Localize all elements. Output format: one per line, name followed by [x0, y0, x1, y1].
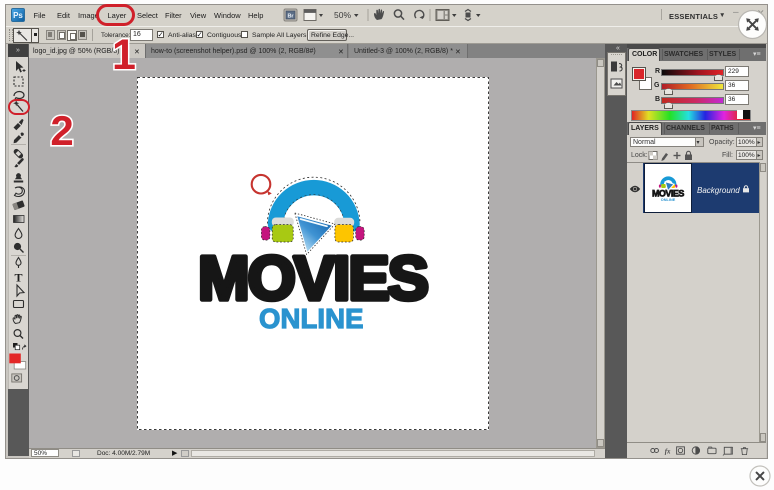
svg-text:ONLINE: ONLINE — [259, 303, 366, 334]
svg-text:ONLINE: ONLINE — [661, 198, 676, 202]
svg-text:T: T — [14, 271, 22, 285]
svg-text:Br: Br — [287, 14, 294, 20]
svg-text:1: 1 — [112, 33, 136, 74]
svg-text:2: 2 — [50, 108, 73, 150]
svg-text:fx: fx — [665, 448, 671, 455]
svg-text:MOVIES: MOVIES — [652, 189, 685, 199]
svg-text:50%: 50% — [334, 10, 351, 20]
